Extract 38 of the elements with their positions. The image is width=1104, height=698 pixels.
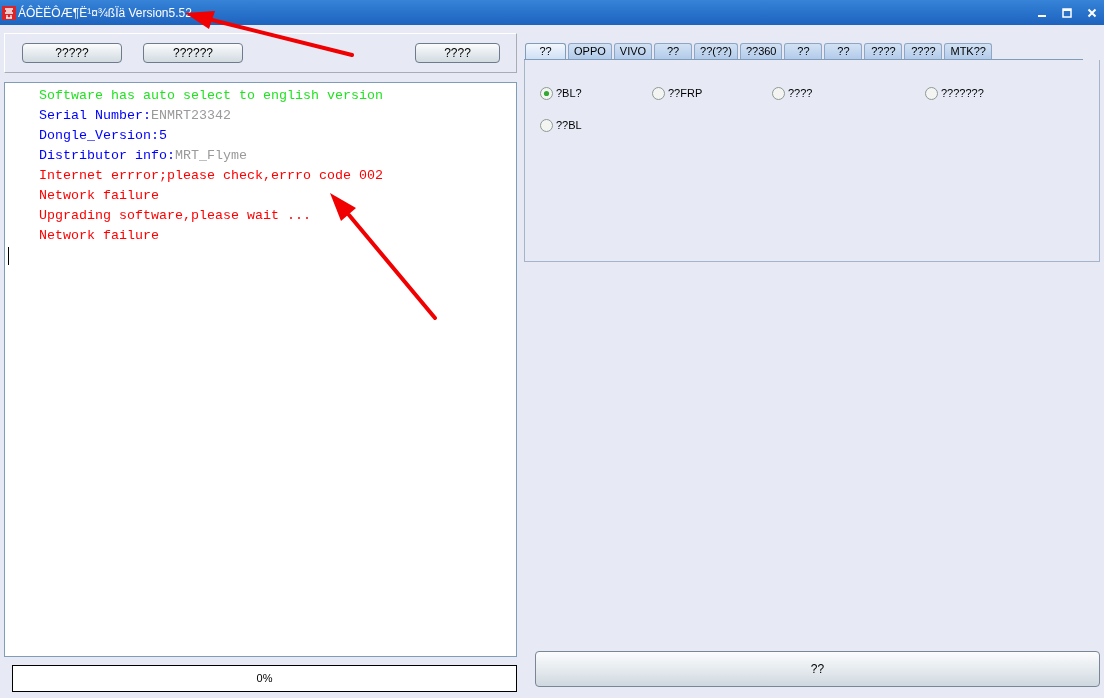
log-line: Upgrading software,please wait ... (38, 207, 311, 225)
log-line: Software has auto select to english version (38, 87, 383, 105)
tab[interactable]: ??(??) (694, 43, 738, 59)
toolbar-button[interactable]: ?????? (143, 43, 243, 63)
maximize-icon[interactable] (1060, 5, 1074, 20)
tab[interactable]: ?? (654, 43, 693, 59)
radio-label: ?BL? (556, 86, 582, 102)
log-line: Dongle_Version:5 (38, 127, 167, 145)
radio-label: ???? (788, 86, 813, 102)
log-line: Network failure (38, 227, 159, 245)
radio-label: ??BL (556, 118, 582, 134)
progress-label: 0% (256, 671, 273, 687)
radio-button[interactable] (772, 87, 785, 100)
action-button[interactable]: ?? (535, 651, 1100, 687)
tab[interactable]: ???? (864, 43, 903, 59)
app-icon (2, 5, 16, 20)
radio-button[interactable] (540, 87, 553, 100)
log-line: Internet errror;please check,errro code 002 (38, 167, 383, 185)
text-cursor (8, 247, 9, 265)
window-title: ÁÔÈËÔÆ¶Ë¹¤¾ßÏä Version5.52 (18, 4, 192, 22)
log-line: Network failure (38, 187, 159, 205)
radio-label: ??????? (941, 86, 984, 102)
radio-button[interactable] (652, 87, 665, 100)
tab[interactable]: ??360 (739, 43, 783, 59)
log-line: Serial Number:ENMRT23342 (38, 107, 231, 125)
tab[interactable]: OPPO (568, 43, 612, 59)
tab[interactable]: ?? (525, 43, 566, 59)
log-line: Distributor info:MRT_Flyme (38, 147, 247, 165)
radio-label: ??FRP (668, 86, 703, 102)
radio-button[interactable] (925, 87, 938, 100)
radio-button[interactable] (540, 119, 553, 132)
tab[interactable]: VIVO (613, 43, 653, 59)
tab[interactable]: MTK?? (944, 43, 992, 59)
tab[interactable]: ?? (784, 43, 823, 59)
toolbar-button[interactable]: ???? (415, 43, 500, 63)
tab[interactable]: ???? (904, 43, 943, 59)
tab[interactable]: ?? (824, 43, 863, 59)
toolbar-button[interactable]: ????? (22, 43, 122, 63)
